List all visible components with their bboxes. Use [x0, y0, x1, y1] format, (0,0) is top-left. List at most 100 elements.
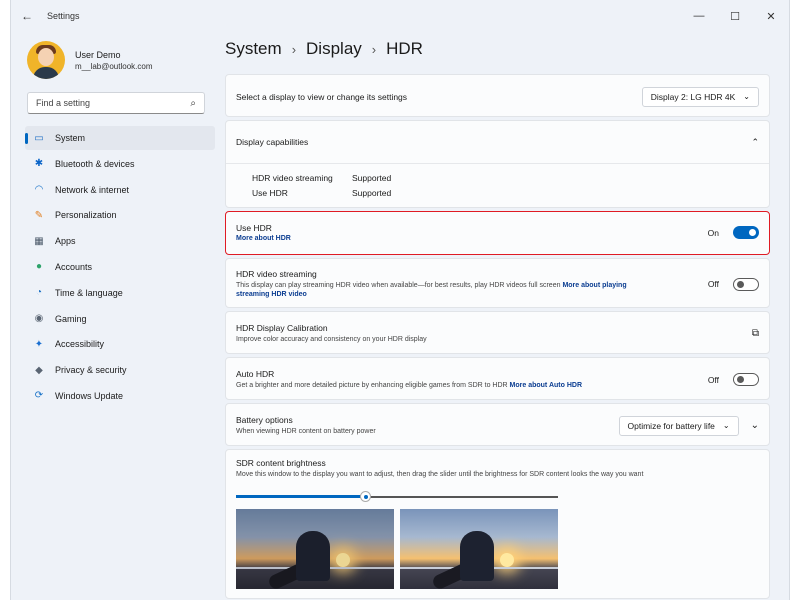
- sidebar-item-accessibility[interactable]: ✦ Accessibility: [25, 332, 215, 356]
- wifi-icon: ◠: [34, 184, 44, 196]
- calibration-desc: Improve color accuracy and consistency o…: [236, 335, 427, 343]
- open-external-icon[interactable]: ⧉: [752, 328, 759, 339]
- back-arrow-icon[interactable]: ←: [11, 0, 43, 32]
- calibration-label: HDR Display Calibration: [236, 322, 328, 333]
- auto-hdr-toggle[interactable]: [733, 373, 759, 386]
- sidebar-item-apps[interactable]: ▦ Apps: [25, 229, 215, 253]
- hdr-streaming-toggle[interactable]: [733, 277, 759, 291]
- close-icon[interactable]: ✕: [753, 0, 789, 32]
- calibration-card[interactable]: HDR Display Calibration Improve color ac…: [225, 311, 770, 354]
- battery-dropdown-value: Optimize for battery life: [627, 420, 715, 431]
- search-placeholder: Find a setting: [36, 98, 91, 108]
- hdr-streaming-state: Off: [707, 279, 719, 289]
- sidebar-item-network-internet[interactable]: ◠ Network & internet: [25, 178, 215, 202]
- capability-name: Use HDR: [252, 187, 288, 198]
- title-bar: ← Settings — ☐ ✕: [11, 0, 789, 32]
- sidebar-item-privacy-security[interactable]: ◆ Privacy & security: [25, 358, 215, 382]
- display-select-card: Select a display to view or change its s…: [225, 74, 770, 117]
- user-profile[interactable]: User Demo m__lab@outlook.com: [11, 32, 221, 82]
- capabilities-title: Display capabilities: [236, 137, 309, 147]
- search-input[interactable]: Find a setting ⌕: [27, 92, 205, 114]
- window-controls: — ☐ ✕: [681, 0, 789, 32]
- capability-row: Use HDR Supported: [252, 185, 769, 200]
- maximize-icon[interactable]: ☐: [717, 0, 753, 32]
- accessibility-icon: ✦: [34, 338, 44, 350]
- capability-value: Supported: [352, 187, 392, 198]
- bluetooth-icon: ✱: [34, 158, 44, 170]
- display-select-label: Select a display to view or change its s…: [236, 91, 408, 102]
- hdr-streaming-label: HDR video streaming: [236, 268, 317, 279]
- auto-hdr-state: Off: [707, 374, 719, 385]
- main-content: System › Display › HDR Select a display …: [225, 32, 789, 600]
- breadcrumb-display[interactable]: Display: [306, 39, 362, 59]
- breadcrumb-system[interactable]: System: [225, 39, 282, 59]
- battery-dropdown[interactable]: Optimize for battery life ⌄: [618, 415, 739, 436]
- hdr-preview-image: [400, 509, 558, 590]
- chevron-down-icon: ⌄: [722, 421, 730, 430]
- settings-window: ← Settings — ☐ ✕ User Demo m__lab@outloo…: [10, 0, 790, 600]
- chevron-right-icon: ›: [371, 41, 377, 57]
- chevron-down-icon: ⌄: [743, 92, 750, 101]
- sidebar-item-label: Apps: [55, 236, 76, 247]
- window-title: Settings: [47, 11, 80, 21]
- chevron-right-icon: ›: [291, 41, 297, 57]
- sidebar-item-system[interactable]: ▭ System: [25, 126, 215, 150]
- sidebar-item-label: System: [55, 133, 86, 143]
- use-hdr-toggle[interactable]: [733, 226, 759, 239]
- sidebar-item-label: Network & internet: [55, 184, 130, 195]
- sidebar-item-windows-update[interactable]: ⟳ Windows Update: [25, 384, 215, 408]
- sidebar-item-bluetooth-devices[interactable]: ✱ Bluetooth & devices: [25, 152, 215, 176]
- auto-hdr-card: Auto HDR Get a brighter and more detaile…: [225, 357, 770, 400]
- chevron-down-icon[interactable]: ⌄: [751, 420, 759, 431]
- search-icon: ⌕: [190, 97, 196, 109]
- sidebar-item-label: Accessibility: [55, 339, 105, 350]
- slider-thumb[interactable]: [359, 491, 371, 503]
- minimize-icon[interactable]: —: [681, 0, 717, 32]
- sdr-preview-image: [236, 509, 394, 590]
- sidebar-item-accounts[interactable]: ● Accounts: [25, 255, 215, 279]
- avatar: [27, 41, 65, 79]
- sdr-brightness-label: SDR content brightness: [236, 458, 326, 468]
- sdr-brightness-desc: Move this window to the display you want…: [236, 471, 644, 478]
- capabilities-header[interactable]: Display capabilities ⌃: [226, 121, 769, 164]
- auto-hdr-desc: Get a brighter and more detailed picture…: [236, 381, 508, 389]
- sidebar-item-time-language[interactable]: ◔ Time & language: [25, 281, 215, 305]
- display-dropdown[interactable]: Display 2: LG HDR 4K ⌄: [641, 86, 759, 107]
- use-hdr-state: On: [707, 227, 719, 238]
- battery-options-card: Battery options When viewing HDR content…: [225, 403, 770, 446]
- capability-name: HDR video streaming: [252, 172, 333, 183]
- globe-clock-icon: ◔: [35, 287, 43, 299]
- use-hdr-label: Use HDR: [236, 223, 272, 233]
- sdr-brightness-card: SDR content brightness Move this window …: [225, 449, 770, 599]
- battery-options-desc: When viewing HDR content on battery powe…: [236, 427, 376, 435]
- sidebar-nav: ▭ System ✱ Bluetooth & devices ◠ Network & in…: [11, 126, 221, 408]
- sidebar-item-label: Windows Update: [55, 390, 124, 401]
- capabilities-card: Display capabilities ⌃ HDR video streami…: [225, 120, 770, 208]
- gamepad-icon: ◉: [34, 313, 44, 325]
- sidebar-item-label: Time & language: [55, 287, 123, 298]
- auto-hdr-label: Auto HDR: [236, 368, 275, 379]
- sidebar-item-label: Bluetooth & devices: [55, 158, 135, 169]
- sidebar: User Demo m__lab@outlook.com Find a sett…: [11, 32, 221, 600]
- use-hdr-card: Use HDR More about HDR On: [225, 211, 770, 255]
- sidebar-item-gaming[interactable]: ◉ Gaming: [25, 307, 215, 331]
- hdr-streaming-desc: This display can play streaming HDR vide…: [236, 281, 561, 289]
- update-icon: ⟳: [34, 390, 44, 402]
- more-about-hdr-link[interactable]: More about HDR: [236, 235, 291, 242]
- display-dropdown-value: Display 2: LG HDR 4K: [650, 91, 736, 102]
- user-email: m__lab@outlook.com: [75, 61, 153, 71]
- sidebar-item-personalization[interactable]: ✎ Personalization: [25, 203, 215, 227]
- battery-options-label: Battery options: [236, 414, 293, 425]
- more-about-auto-hdr-link[interactable]: More about Auto HDR: [510, 382, 582, 389]
- person-icon: ●: [35, 261, 43, 273]
- sidebar-item-label: Gaming: [55, 313, 87, 324]
- breadcrumb: System › Display › HDR: [225, 32, 789, 66]
- apps-icon: ▦: [34, 235, 44, 247]
- hdr-streaming-card: HDR video streaming This display can pla…: [225, 258, 770, 308]
- sidebar-item-label: Privacy & security: [55, 365, 127, 376]
- sidebar-item-label: Personalization: [55, 210, 117, 221]
- shield-icon: ◆: [35, 364, 43, 376]
- capability-value: Supported: [352, 172, 392, 183]
- sidebar-item-label: Accounts: [55, 261, 93, 272]
- sdr-brightness-slider[interactable]: [236, 491, 558, 503]
